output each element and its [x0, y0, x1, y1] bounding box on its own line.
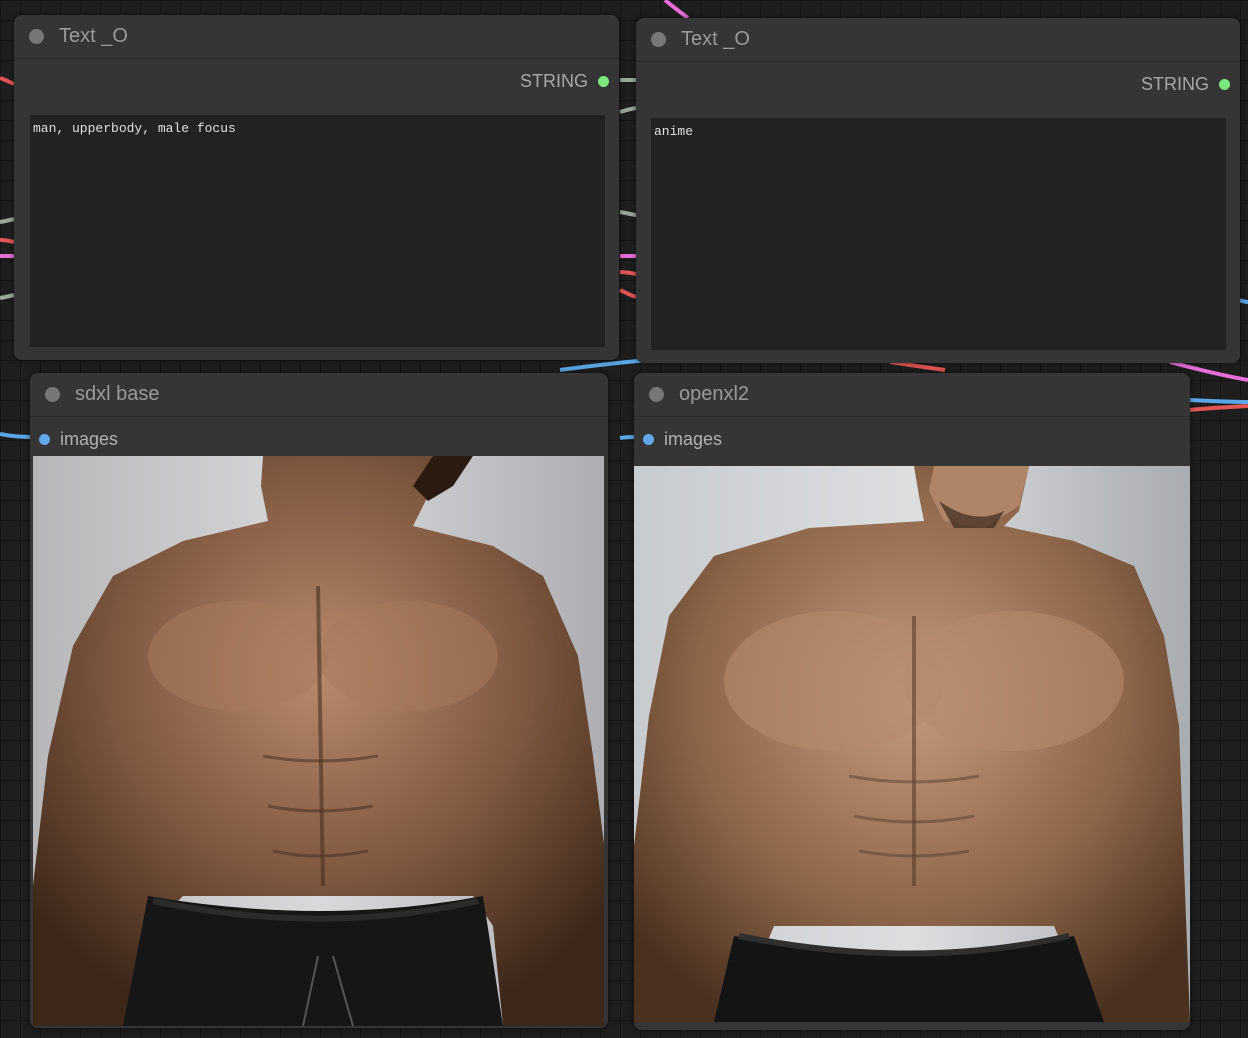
node-header[interactable]: sdxl base — [30, 373, 608, 417]
output-dot-icon[interactable] — [1219, 79, 1230, 90]
text-node-1[interactable]: Text _O STRING man, upperbody, male focu… — [14, 15, 619, 360]
collapse-dot-icon[interactable] — [649, 387, 664, 402]
input-label: images — [664, 429, 723, 449]
wire-blue-right — [1189, 398, 1248, 404]
wire-mid-gray-b — [619, 106, 637, 114]
wire-red-right — [1189, 404, 1248, 412]
text-input[interactable]: man, upperbody, male focus — [30, 115, 605, 347]
node-header[interactable]: openxl2 — [634, 373, 1190, 417]
node-title: sdxl base — [75, 383, 160, 405]
wire-red-center — [889, 360, 946, 372]
collapse-dot-icon[interactable] — [651, 32, 666, 47]
wire-left-gray-a — [0, 217, 15, 224]
preview-image — [634, 466, 1190, 1022]
node-title: Text _O — [59, 25, 128, 47]
wire-mid-gray-c — [619, 210, 637, 217]
preview-image — [33, 456, 604, 1026]
preview-node-openxl2[interactable]: openxl2 images — [634, 373, 1190, 1030]
output-slot-string[interactable]: STRING — [1141, 74, 1230, 95]
text-node-2[interactable]: Text _O STRING anime — [636, 18, 1240, 363]
input-dot-icon[interactable] — [39, 434, 50, 445]
input-dot-icon[interactable] — [643, 434, 654, 445]
wire-mid-red-a — [619, 270, 637, 276]
node-title: openxl2 — [679, 383, 750, 405]
output-slot-string[interactable]: STRING — [520, 71, 609, 92]
node-header[interactable]: Text _O — [14, 15, 619, 59]
input-label: images — [60, 429, 119, 449]
text-input[interactable]: anime — [651, 118, 1226, 350]
wire-pink-top — [663, 0, 690, 20]
wire-blue-left — [0, 432, 33, 439]
node-header[interactable]: Text _O — [636, 18, 1240, 62]
wire-left-red-b — [0, 238, 15, 244]
wire-left-red — [0, 76, 15, 86]
node-title: Text _O — [681, 28, 750, 50]
wire-mid-red-b — [619, 288, 637, 299]
output-dot-icon[interactable] — [598, 76, 609, 87]
output-label: STRING — [1140, 74, 1209, 94]
preview-node-sdxl-base[interactable]: sdxl base images — [30, 373, 608, 1028]
node-graph-canvas[interactable]: Text _O STRING man, upperbody, male focu… — [0, 0, 1248, 1038]
input-slot-images[interactable]: images — [643, 429, 722, 450]
collapse-dot-icon[interactable] — [45, 387, 60, 402]
input-slot-images[interactable]: images — [39, 429, 118, 450]
wire-left-gray-b — [0, 293, 15, 300]
collapse-dot-icon[interactable] — [29, 29, 44, 44]
output-label: STRING — [519, 71, 588, 91]
wire-blue-center — [559, 358, 651, 372]
